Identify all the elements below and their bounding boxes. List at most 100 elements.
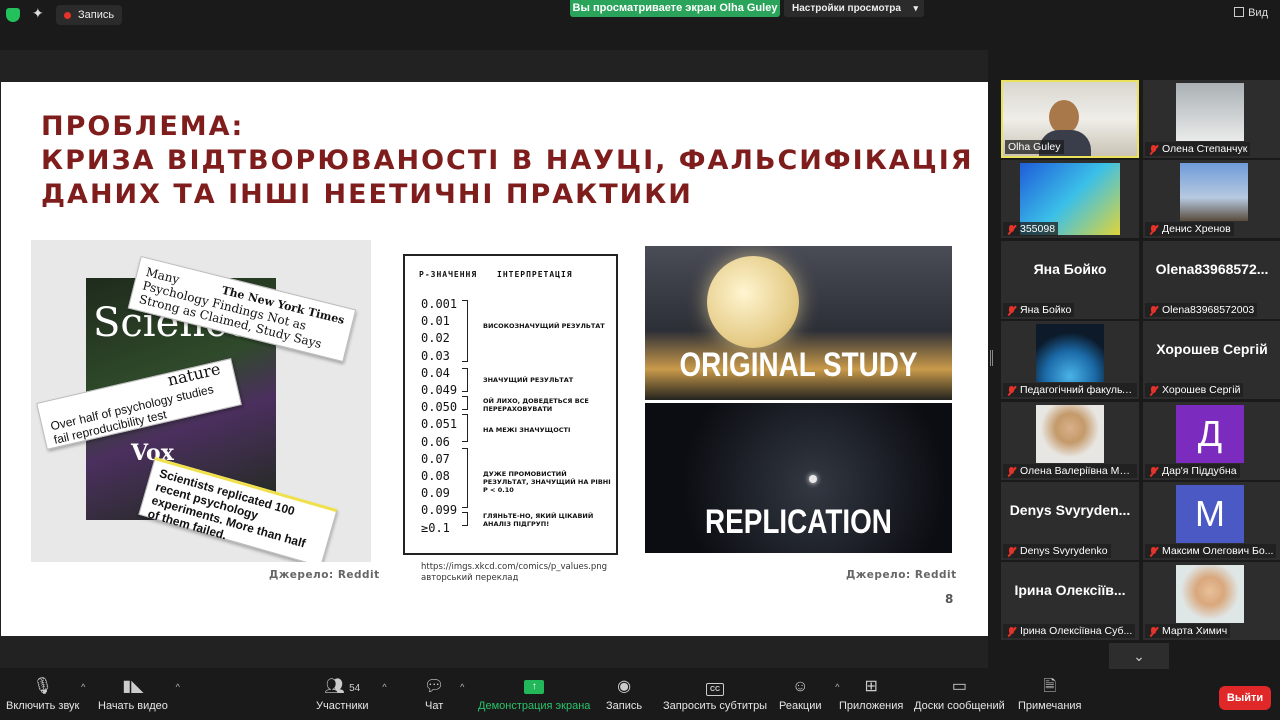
participant-name: Ірина Олексіївна Суб... <box>1003 624 1136 638</box>
participant-display-name: Хорошев Сергій <box>1156 341 1268 357</box>
start-video-label: Начать видео <box>98 700 168 712</box>
slide-title-line: ДАНИХ ТА ІНШІ НЕЕТИЧНІ ПРАКТИКИ <box>41 179 693 210</box>
chat-label: Чат <box>425 700 444 712</box>
start-video-button[interactable]: ▮◣ Начать видео ^ <box>98 678 180 712</box>
comic-header: P-ЗНАЧЕННЯ ІНТЕРПРЕТАЦІЯ <box>419 270 587 279</box>
leave-button[interactable]: Выйти <box>1219 686 1271 710</box>
view-options-label: Настройки просмотра <box>792 3 901 14</box>
ai-companion-icon[interactable]: ✦ <box>32 5 44 22</box>
chevron-up-icon[interactable]: ^ <box>460 682 464 692</box>
whiteboards-button[interactable]: ▭ Доски сообщений <box>914 678 1005 712</box>
share-screen-label: Демонстрация экрана <box>478 700 591 712</box>
participant-display-name: Яна Бойко <box>1033 261 1107 277</box>
comic-brace <box>462 448 468 508</box>
participant-tile[interactable]: Олена Степанчук <box>1143 80 1280 158</box>
reactions-button[interactable]: ☺ Реакции ^ <box>779 678 840 712</box>
comic-brace <box>462 368 468 392</box>
notes-icon: 🗎︎ <box>1043 678 1057 695</box>
notes-label: Примечания <box>1018 700 1082 712</box>
participant-photo <box>1036 324 1104 382</box>
whiteboard-icon: ▭ <box>951 678 967 695</box>
chat-button[interactable]: 💬︎ Чат ^ <box>424 678 464 712</box>
chevron-down-icon: ▾ <box>913 3 918 13</box>
participant-name: Максим Олегович Бо... <box>1145 544 1277 558</box>
record-dot-icon <box>64 12 71 19</box>
participant-tile[interactable]: Denys Svyryden... Denys Svyrydenko <box>1001 482 1139 560</box>
video-off-icon: ▮◣ <box>122 678 144 695</box>
slide-title-line: ПРОБЛЕМА: <box>41 111 245 142</box>
participant-avatar: M <box>1176 485 1244 543</box>
participant-tile[interactable]: Педагогічний факульт... <box>1001 321 1139 399</box>
grid-view-icon <box>1234 7 1245 17</box>
headline-collage-image: Science The New York Times Many Psycholo… <box>31 240 371 562</box>
comic-url: https://imgs.xkcd.com/comics/p_values.pn… <box>421 562 608 572</box>
comic-col-interp: ІНТЕРПРЕТАЦІЯ <box>497 270 573 279</box>
slide-page-number: 8 <box>945 592 954 606</box>
participant-tile[interactable]: Д Дар'я Піддубна <box>1143 402 1280 480</box>
participant-tile[interactable]: Хорошев Сергій Хорошев Сергій <box>1143 321 1280 399</box>
gallery-scroll-down-button[interactable]: ⌄ <box>1109 643 1169 669</box>
record-label: Запись <box>606 700 643 712</box>
participant-tile[interactable]: Ірина Олексіїв... Ірина Олексіївна Суб..… <box>1001 562 1139 640</box>
source-caption: Джерело: Reddit <box>269 569 380 581</box>
participant-tile[interactable]: Денис Хренов <box>1143 160 1280 238</box>
participants-button[interactable]: 👥︎ 54 Участники ^ <box>316 678 387 712</box>
participant-name: Педагогічний факульт... <box>1003 383 1137 397</box>
p-values-comic: P-ЗНАЧЕННЯ ІНТЕРПРЕТАЦІЯ 0.001 0.01 0.02… <box>403 254 618 555</box>
participant-name: Denys Svyrydenko <box>1003 544 1111 558</box>
pvalue-item: 0.09 <box>421 486 450 501</box>
whiteboards-label: Доски сообщений <box>914 700 1005 712</box>
comic-interpretation: ВИСОКОЗНАЧУЩИЙ РЕЗУЛЬТАТ <box>483 322 605 330</box>
panel-resize-handle[interactable] <box>990 350 993 366</box>
share-screen-button[interactable]: ↑ Демонстрация экрана <box>478 678 590 712</box>
participant-tile[interactable]: Olha Guley <box>1001 80 1139 158</box>
participant-tile[interactable]: Яна Бойко Яна Бойко <box>1001 241 1139 319</box>
mic-muted-icon <box>1149 627 1158 637</box>
request-captions-button[interactable]: CC Запросить субтитры <box>663 678 767 712</box>
chevron-up-icon[interactable]: ^ <box>81 682 85 692</box>
participant-name: Olha Guley <box>1005 140 1064 154</box>
view-options-button[interactable]: Настройки просмотра ▾ <box>784 0 924 17</box>
apps-label: Приложения <box>839 700 904 712</box>
recording-indicator[interactable]: Запись <box>56 5 123 25</box>
mic-muted-icon <box>1149 547 1158 557</box>
chevron-up-icon[interactable]: ^ <box>176 682 180 692</box>
source-caption: Джерело: Reddit <box>846 569 957 581</box>
record-button[interactable]: ◉ Запись <box>606 678 642 712</box>
notes-button[interactable]: 🗎︎ Примечания <box>1018 678 1082 712</box>
comic-brace <box>462 300 468 362</box>
pvalue-item: 0.051 <box>421 417 458 432</box>
view-button[interactable]: Вид <box>1234 7 1268 19</box>
unmute-button[interactable]: 🎙︎ Включить звук ^ <box>6 678 85 712</box>
participant-tile[interactable]: M Максим Олегович Бо... <box>1143 482 1280 560</box>
participant-name: Хорошев Сергій <box>1145 383 1244 397</box>
pvalue-item: 0.02 <box>421 331 450 346</box>
participant-display-name: Ірина Олексіїв... <box>1014 582 1126 598</box>
reactions-icon: ☺ <box>792 678 809 695</box>
participant-tile[interactable]: Марта Химич <box>1143 562 1280 640</box>
participant-name: Olena83968572003 <box>1145 303 1258 317</box>
mic-muted-icon <box>1007 627 1016 637</box>
security-shield-icon[interactable] <box>6 8 20 22</box>
full-moon <box>707 256 799 348</box>
comic-interpretation: НА МЕЖІ ЗНАЧУЩОСТІ <box>483 426 571 434</box>
replication-image: REPLICATION <box>645 403 952 553</box>
comic-source: https://imgs.xkcd.com/comics/p_values.pn… <box>421 562 607 584</box>
participant-photo <box>1176 83 1244 141</box>
participants-label: Участники <box>316 700 369 712</box>
pvalue-item: 0.06 <box>421 434 450 449</box>
mic-muted-icon <box>1007 225 1016 235</box>
participant-photo <box>1036 405 1104 463</box>
apps-button[interactable]: ⊞ Приложения <box>839 678 903 712</box>
mic-muted-icon <box>1007 467 1016 477</box>
chevron-down-icon: ⌄ <box>1133 648 1145 664</box>
participant-tile[interactable]: 355098 <box>1001 160 1139 238</box>
participant-tile[interactable]: Olena83968572... Olena83968572003 <box>1143 241 1280 319</box>
participant-avatar: Д <box>1176 405 1244 463</box>
unmute-label: Включить звук <box>6 700 80 712</box>
sharing-banner: Вы просматриваете экран Olha Guley <box>570 0 780 17</box>
comic-interpretation: ЗНАЧУЩИЙ РЕЗУЛЬТАТ <box>483 376 574 384</box>
participant-tile[interactable]: Олена Валеріївна Мат... <box>1001 402 1139 480</box>
mic-muted-icon <box>1007 547 1016 557</box>
chevron-up-icon[interactable]: ^ <box>382 682 386 692</box>
